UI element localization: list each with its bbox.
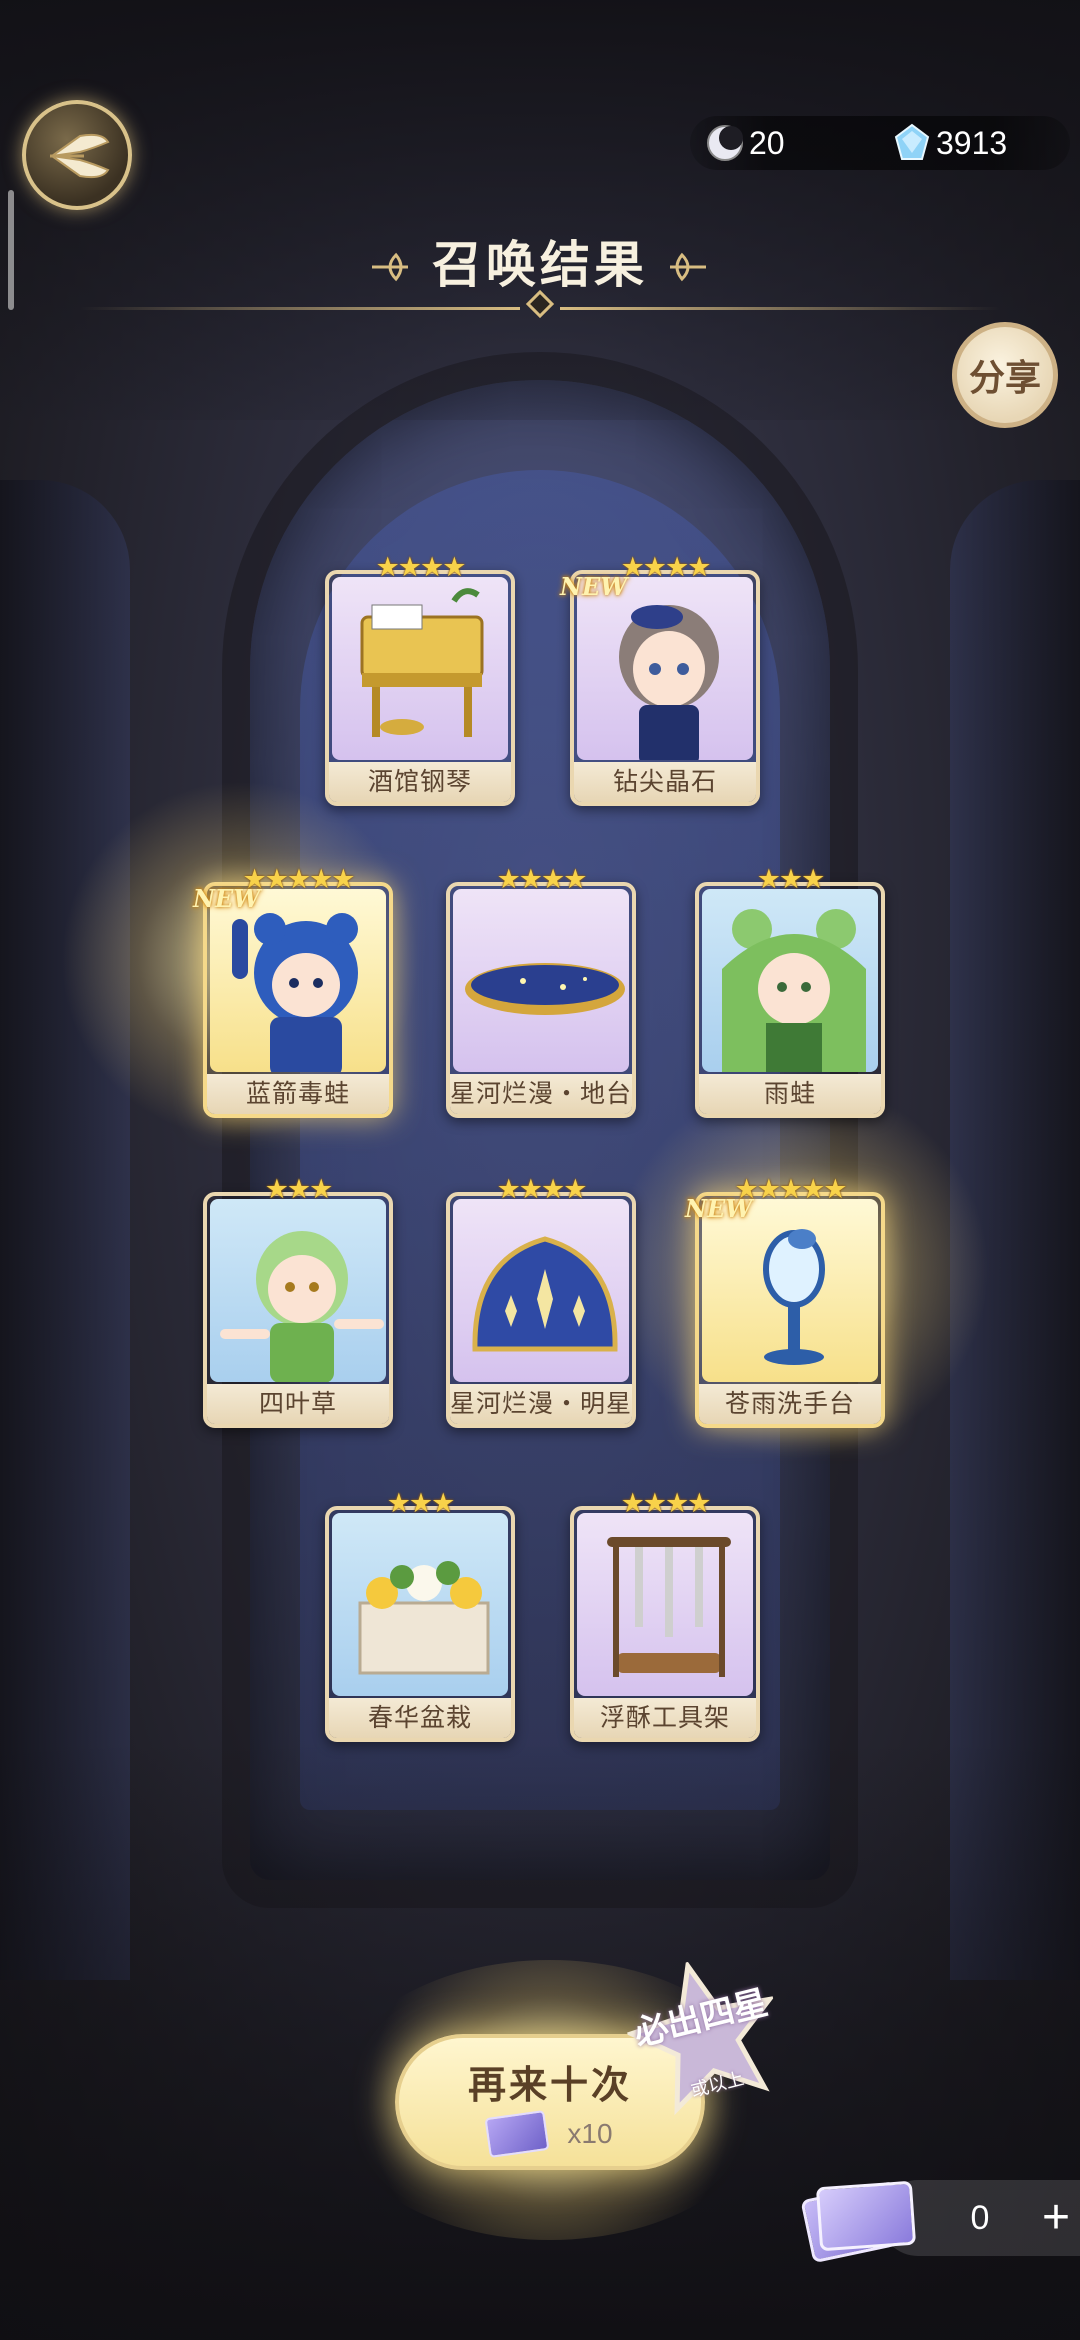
result-card[interactable]: ★★★ 四叶草 xyxy=(203,1174,393,1428)
result-item-art xyxy=(210,1199,386,1382)
result-item-art xyxy=(453,1199,629,1382)
add-ticket-button[interactable]: + xyxy=(1032,2180,1080,2256)
result-item-art xyxy=(577,577,753,760)
result-item-art xyxy=(577,1513,753,1696)
result-card[interactable]: ★★★★★ NEW 苍雨洗手台 xyxy=(685,1174,885,1428)
result-card[interactable]: ★★★★ 酒馆钢琴 xyxy=(325,552,515,806)
result-card[interactable]: ★★★★ 浮酥工具架 xyxy=(570,1488,760,1742)
result-card[interactable]: ★★★★ 星河烂漫・明星 xyxy=(446,1174,636,1428)
rarity-stars: ★★★ xyxy=(756,864,826,895)
result-item-name: 星河烂漫・明星 xyxy=(450,1384,632,1424)
result-item-name: 春华盆栽 xyxy=(329,1698,511,1738)
page-title: 召唤结果 xyxy=(432,235,648,294)
title-divider-left xyxy=(80,307,520,310)
ticket-count: 0 xyxy=(970,2199,990,2237)
title-divider-right xyxy=(560,307,1000,310)
result-item-art xyxy=(453,889,629,1072)
rarity-stars: ★★★ xyxy=(386,1488,456,1519)
rarity-stars: ★★★ xyxy=(264,1174,334,1205)
result-item-name: 四叶草 xyxy=(207,1384,389,1424)
result-item-name: 星河烂漫・地台 xyxy=(450,1074,632,1114)
back-button[interactable] xyxy=(22,100,132,210)
result-card[interactable]: ★★★★ 星河烂漫・地台 xyxy=(446,864,636,1118)
ticket-stack-icon xyxy=(800,2170,917,2264)
summon-cost-label: x10 xyxy=(567,2118,613,2149)
rarity-stars: ★★★★ xyxy=(496,864,588,895)
result-item-art xyxy=(210,889,386,1072)
result-card[interactable]: ★★★★ NEW 钻尖晶石 xyxy=(560,552,760,806)
share-label: 分享 xyxy=(968,357,1041,399)
new-badge: NEW xyxy=(560,572,628,601)
result-card[interactable]: ★★★ 雨蛙 xyxy=(695,864,885,1118)
result-card[interactable]: ★★★★★ NEW 蓝箭毒蛙 xyxy=(193,864,393,1118)
result-item-art xyxy=(332,577,508,760)
leaf-ornament-icon xyxy=(670,252,706,282)
result-item-art xyxy=(702,889,878,1072)
result-item-name: 雨蛙 xyxy=(699,1074,881,1114)
share-button[interactable]: 分享 xyxy=(952,322,1058,428)
crystal-count: 3913 xyxy=(936,124,1008,161)
currency-crystal: 3913 xyxy=(892,116,1007,170)
moon-coin-icon xyxy=(707,125,743,161)
crystal-icon xyxy=(894,123,930,160)
rarity-stars: ★★★★ xyxy=(496,1174,588,1205)
result-item-name: 蓝箭毒蛙 xyxy=(207,1074,389,1114)
moon-coin-count: 20 xyxy=(749,124,785,161)
currency-moon: 20 xyxy=(705,116,785,170)
background-shade-top xyxy=(0,0,1080,420)
result-item-name: 钻尖晶石 xyxy=(574,762,756,802)
result-item-art xyxy=(332,1513,508,1696)
new-badge: NEW xyxy=(685,1194,753,1223)
new-badge: NEW xyxy=(193,884,261,913)
result-item-art xyxy=(702,1199,878,1382)
result-item-name: 酒馆钢琴 xyxy=(329,762,511,802)
result-item-name: 浮酥工具架 xyxy=(574,1698,756,1738)
result-card[interactable]: ★★★ 春华盆栽 xyxy=(325,1488,515,1742)
rarity-stars: ★★★★ xyxy=(375,552,467,583)
summon-ticket-icon xyxy=(484,2110,550,2158)
wing-back-icon xyxy=(50,133,110,179)
rarity-stars: ★★★★ xyxy=(620,1488,712,1519)
result-item-name: 苍雨洗手台 xyxy=(699,1384,881,1424)
